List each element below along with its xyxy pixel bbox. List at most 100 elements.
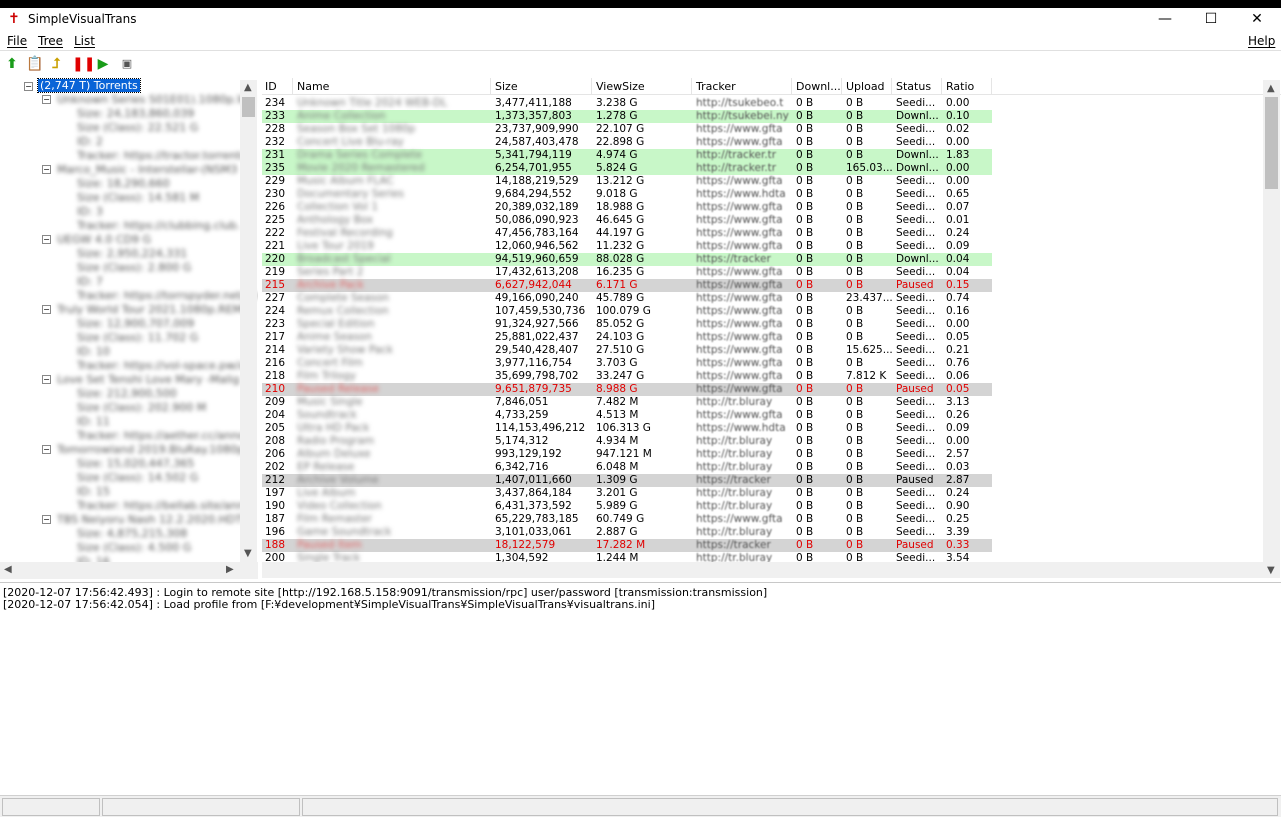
table-row[interactable]: 235 Movie 2020 Remastered 6,254,701,955 5.8… [262, 162, 992, 175]
column-header-tracker[interactable]: Tracker [696, 80, 736, 93]
table-row[interactable]: 196 Game Soundtrack 3,101,033,061 2.887 G ht… [262, 526, 992, 539]
table-row[interactable]: 223 Special Edition 91,324,927,566 85.052 G… [262, 318, 992, 331]
table-row[interactable]: 225 Anthology Box 50,086,090,923 46.645 G ht… [262, 214, 992, 227]
table-row[interactable]: 209 Music Single 7,846,051 7.482 M http://tr… [262, 396, 992, 409]
table-row[interactable]: 190 Video Collection 6,431,373,592 5.989 G h… [262, 500, 992, 513]
collapse-icon[interactable]: − [42, 165, 51, 174]
scroll-left-icon[interactable]: ◀ [4, 564, 12, 575]
table-row[interactable]: 197 Live Album 3,437,864,184 3.201 G http://… [262, 487, 992, 500]
green-up-arrow-icon[interactable]: ⬆ [4, 56, 20, 72]
table-row[interactable]: 233 Anime Collection 1,373,357,803 1.278 G h… [262, 110, 992, 123]
tree-node-detail[interactable]: Size: 12,900,707,009 [77, 317, 194, 330]
collapse-icon[interactable]: − [24, 82, 33, 91]
tree-node-detail[interactable]: ID: 11 [77, 415, 110, 428]
tree-node-detail[interactable]: Tracker: https://bellab.site/annc [77, 499, 251, 512]
table-row[interactable]: 220 Broadcast Special 94,519,960,659 88.028… [262, 253, 992, 266]
tree-node-label[interactable]: Love Set Tenshi Love Mary -Malig [57, 373, 239, 386]
column-separator[interactable] [941, 78, 942, 95]
tree-node-label[interactable]: TBS Neiyoru Nash 12.2.2020.HDTV [57, 513, 249, 526]
tree-node-label[interactable]: Unknown Series S01E01).1080p.WE [57, 93, 255, 106]
column-separator[interactable] [841, 78, 842, 95]
table-row[interactable]: 219 Series Part 2 17,432,613,208 16.235 G ht… [262, 266, 992, 279]
column-header-upload[interactable]: Upload [846, 80, 885, 93]
table-row[interactable]: 210 Paused Release 9,651,879,735 8.988 G htt… [262, 383, 992, 396]
close-button[interactable]: ✕ [1234, 8, 1280, 31]
tree-node-detail[interactable]: Size (Class): 202.900 M [77, 401, 206, 414]
table-row[interactable]: 222 Festival Recording 47,456,783,164 44.19… [262, 227, 992, 240]
table-row[interactable]: 202 EP Release 6,342,716 6.048 M http://tr.b… [262, 461, 992, 474]
scroll-down-icon[interactable]: ▼ [244, 548, 252, 559]
table-row[interactable]: 229 Music Album FLAC 14,188,219,529 13.212 … [262, 175, 992, 188]
tree-node-detail[interactable]: Tracker: https://vol-space.pw/an [77, 359, 253, 372]
column-separator[interactable] [292, 78, 293, 95]
collapse-icon[interactable]: − [42, 305, 51, 314]
tree-node-label[interactable]: Marco_Music - Interstellar-(NSM3 [57, 163, 237, 176]
tree-node-detail[interactable]: ID: 3 [77, 205, 103, 218]
table-row[interactable]: 232 Concert Live Blu-ray 24,587,403,478 22.… [262, 136, 992, 149]
table-row[interactable]: 217 Anime Season 25,881,022,437 24.103 G htt… [262, 331, 992, 344]
list-vertical-scrollbar[interactable]: ▲ ▼ [1263, 80, 1280, 578]
column-separator[interactable] [891, 78, 892, 95]
scroll-up-icon[interactable]: ▲ [244, 82, 252, 93]
tree-node-label[interactable]: Truly World Tour 2021.1080p.REMU [57, 303, 250, 316]
pause-icon[interactable]: ❚❚ [72, 56, 95, 72]
tree-node-detail[interactable]: Size: 4,875,215,308 [77, 527, 187, 540]
play-icon[interactable]: ▶ [95, 56, 111, 72]
table-row[interactable]: 208 Radio Program 5,174,312 4.934 M http://t… [262, 435, 992, 448]
tree-node-detail[interactable]: Size (Class): 22.521 G [77, 121, 198, 134]
tree-node-detail[interactable]: Tracker: https://clubbing.club. [77, 219, 240, 232]
tree-node-detail[interactable]: Size: 18,290,660 [77, 177, 170, 190]
table-row[interactable]: 234 Unknown Title 2024 WEB-DL 3,477,411,18… [262, 97, 992, 110]
tree-node-detail[interactable]: Size (Class): 2.800 G [77, 261, 191, 274]
column-header-name[interactable]: Name [297, 80, 329, 93]
table-row[interactable]: 230 Documentary Series 9,684,294,552 9.018 … [262, 188, 992, 201]
table-row[interactable]: 227 Complete Season 49,166,090,240 45.789 G… [262, 292, 992, 305]
scroll-down-icon[interactable]: ▼ [1267, 565, 1275, 576]
column-header-id[interactable]: ID [265, 80, 277, 93]
list-horizontal-scrollbar[interactable] [262, 562, 1263, 578]
table-row[interactable]: 188 Paused Item 18,122,579 17.282 M https://… [262, 539, 992, 552]
menu-tree[interactable]: Tree [38, 34, 63, 48]
table-row[interactable]: 215 Archive Pack 6,627,942,044 6.171 G https… [262, 279, 992, 292]
tree-node-detail[interactable]: Size: 24,183,860,039 [77, 107, 194, 120]
tree-node-detail[interactable]: Size (Class): 14.502 G [77, 471, 198, 484]
column-separator[interactable] [791, 78, 792, 95]
column-separator[interactable] [591, 78, 592, 95]
tree-node-detail[interactable]: Size: 2,950,224,331 [77, 247, 187, 260]
tree-node-detail[interactable]: ID: 15 [77, 485, 110, 498]
column-separator[interactable] [691, 78, 692, 95]
tree-node-label[interactable]: UEGW 4.0 CD9 G [57, 233, 151, 246]
tree-root-label[interactable]: (2,747 T) Torrents [37, 78, 141, 93]
scroll-thumb[interactable] [1265, 97, 1278, 189]
column-header-status[interactable]: Status [896, 80, 931, 93]
table-row[interactable]: 218 Film Trilogy 35,699,798,702 33.247 G htt… [262, 370, 992, 383]
tree-root[interactable]: − (2,747 T) Torrents [0, 78, 240, 94]
table-row[interactable]: 187 Film Remaster 65,229,783,185 60.749 G ht… [262, 513, 992, 526]
column-separator[interactable] [490, 78, 491, 95]
column-header-downl[interactable]: Downl... [796, 80, 841, 93]
table-row[interactable]: 228 Season Box Set 1080p 23,737,909,990 22.… [262, 123, 992, 136]
tree-node-label[interactable]: Tomorrowland 2019.BluRay.1080p.2 [57, 443, 255, 456]
minimize-button[interactable]: — [1142, 8, 1188, 31]
scroll-thumb[interactable] [242, 97, 255, 117]
folder-up-icon[interactable]: ⮥ [48, 56, 64, 72]
table-row[interactable]: 204 Soundtrack 4,733,259 4.513 M https://www… [262, 409, 992, 422]
tree-node-detail[interactable]: Size (Class): 4.500 G [77, 541, 191, 554]
column-header-size[interactable]: Size [495, 80, 518, 93]
tree-node-detail[interactable]: Size (Class): 11.702 G [77, 331, 198, 344]
clipboard-icon[interactable]: 📋 [26, 56, 43, 72]
window-icon[interactable]: ▣ [119, 56, 135, 72]
table-row[interactable]: 221 Live Tour 2019 12,060,946,562 11.232 G h… [262, 240, 992, 253]
table-row[interactable]: 216 Concert Film 3,977,116,754 3.703 G https… [262, 357, 992, 370]
tree-node-detail[interactable]: Size (Class): 14.581 M [77, 191, 199, 204]
tree-node-detail[interactable]: Tracker: https://torrspyder.net/an [77, 289, 258, 302]
tree-node-detail[interactable]: ID: 7 [77, 275, 103, 288]
collapse-icon[interactable]: − [42, 235, 51, 244]
tree-node-detail[interactable]: Tracker: https://aether.cc/annou [77, 429, 252, 442]
menu-help[interactable]: Help [1248, 34, 1275, 48]
tree-vertical-scrollbar[interactable]: ▲ ▼ [240, 80, 257, 562]
scroll-up-icon[interactable]: ▲ [1267, 83, 1275, 94]
collapse-icon[interactable]: − [42, 445, 51, 454]
maximize-button[interactable]: ☐ [1188, 8, 1234, 31]
table-row[interactable]: 205 Ultra HD Pack 114,153,496,212 106.313 G… [262, 422, 992, 435]
